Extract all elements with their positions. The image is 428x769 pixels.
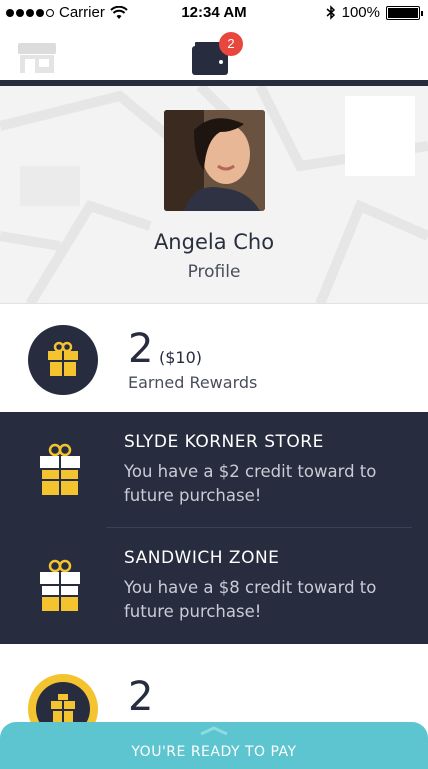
earned-rewards-badge — [28, 325, 98, 395]
reward-store-name: SANDWICH ZONE — [124, 548, 280, 568]
reward-description: You have a $2 credit toward to future pu… — [124, 462, 377, 505]
avatar-photo — [164, 110, 265, 211]
earned-rewards-label: Earned Rewards — [128, 373, 258, 392]
wallet-badge: 2 — [219, 32, 243, 56]
profile-link[interactable]: Profile — [0, 262, 428, 282]
ready-to-pay-bar[interactable]: YOU'RE READY TO PAY — [0, 722, 428, 769]
bluetooth-icon — [326, 5, 335, 20]
gift-icon — [48, 341, 78, 376]
navbar: 2 — [0, 28, 428, 80]
reward-item[interactable]: SANDWICH ZONE You have a $8 credit towar… — [0, 528, 428, 644]
reward-description: You have a $8 credit toward to future pu… — [124, 578, 377, 621]
rewards-list: SLYDE KORNER STORE You have a $2 credit … — [0, 412, 428, 644]
battery-icon — [386, 5, 423, 20]
chevron-up-icon — [200, 726, 228, 736]
gift-icon — [40, 559, 80, 611]
earned-rewards-amount: ($10) — [159, 348, 203, 367]
reward-item[interactable]: SLYDE KORNER STORE You have a $2 credit … — [0, 412, 428, 528]
reward-store-name: SLYDE KORNER STORE — [124, 432, 324, 452]
earned-rewards-summary[interactable]: 2 ($10) Earned Rewards — [0, 304, 428, 412]
earned-rewards-count: 2 — [128, 326, 154, 372]
status-right: 100% — [326, 4, 423, 21]
avatar[interactable] — [164, 110, 265, 211]
gift-icon — [40, 443, 80, 495]
points-count: 2 — [128, 674, 154, 720]
store-icon[interactable] — [16, 41, 58, 75]
profile-name: Angela Cho — [153, 230, 275, 254]
battery-percent: 100% — [341, 4, 380, 21]
ready-to-pay-label: YOU'RE READY TO PAY — [131, 744, 297, 760]
profile-header: Angela Cho Profile — [0, 86, 428, 304]
status-bar: Carrier 12:34 AM 100% — [0, 0, 428, 28]
